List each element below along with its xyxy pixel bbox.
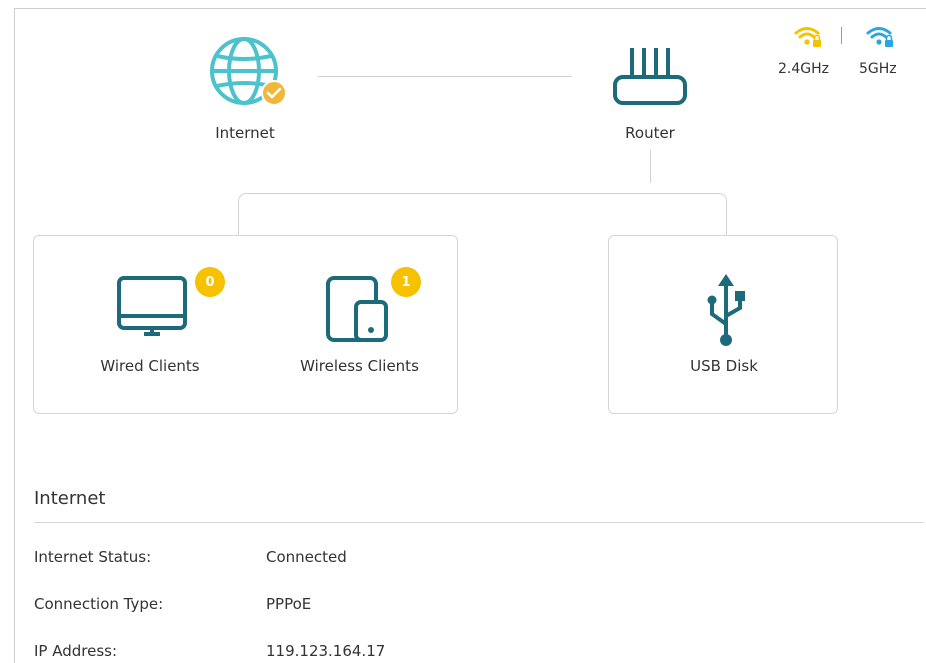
internet-status-value: Connected [266, 548, 347, 566]
connector-branch [238, 193, 727, 235]
usb-node [704, 272, 748, 348]
wired-clients-label: Wired Clients [100, 357, 200, 375]
band-24ghz-label: 2.4GHz [778, 61, 829, 77]
connector-internet-router [318, 76, 572, 77]
internet-status-key: Internet Status: [34, 548, 152, 566]
router-icon [613, 48, 687, 105]
connector-router-down [650, 150, 651, 183]
wireless-clients-node[interactable] [326, 276, 390, 344]
usb-card[interactable]: USB Disk [608, 235, 838, 414]
band-separator [841, 27, 842, 44]
internet-label: Internet [215, 124, 275, 142]
wifi-24ghz-icon[interactable] [794, 24, 822, 48]
usb-disk-label: USB Disk [690, 357, 758, 375]
wired-clients-count-badge: 0 [195, 267, 225, 297]
monitor-icon [117, 276, 187, 336]
band-5ghz-label: 5GHz [859, 61, 897, 77]
check-circle-icon [261, 80, 287, 106]
internet-section-divider [34, 522, 924, 523]
wired-clients-node[interactable] [116, 276, 194, 336]
ip-address-value: 119.123.164.17 [266, 642, 386, 660]
wifi-5ghz-icon[interactable] [866, 24, 894, 48]
connection-type-value: PPPoE [266, 595, 312, 613]
usb-icon [707, 274, 745, 346]
internet-section-title: Internet [34, 488, 106, 509]
tablet-phone-icon [326, 276, 388, 342]
router-node[interactable] [610, 44, 690, 108]
router-label: Router [625, 124, 675, 142]
wireless-clients-label: Wireless Clients [300, 357, 419, 375]
wireless-clients-count-badge: 1 [391, 267, 421, 297]
clients-card: 0 Wired Clients 1 Wireless Clients [33, 235, 458, 414]
internet-node[interactable] [205, 34, 287, 106]
connection-type-key: Connection Type: [34, 595, 164, 613]
ip-address-key: IP Address: [34, 642, 118, 660]
page-frame-left [14, 8, 15, 663]
page-frame-top [14, 8, 926, 9]
